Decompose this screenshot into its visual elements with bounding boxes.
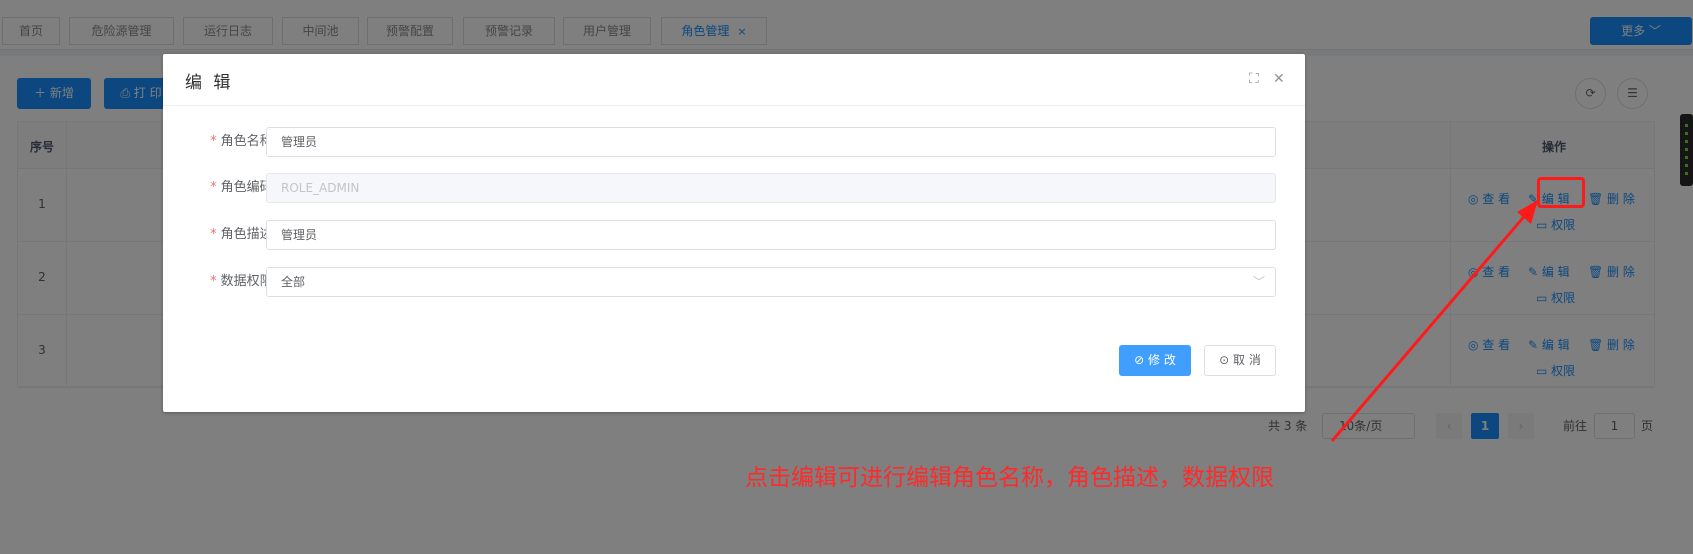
role-desc-label: * 角色描述: <box>187 220 277 250</box>
role-name-label: * 角色名称: <box>187 127 277 157</box>
required-mark: * <box>210 180 217 195</box>
form-row-role-name: * 角色名称: 管理员 <box>163 127 1305 157</box>
data-scope-label: * 数据权限: <box>187 267 277 297</box>
role-code-label: * 角色编码: <box>187 173 277 203</box>
role-code-input: ROLE_ADMIN <box>266 173 1276 203</box>
required-mark: * <box>210 274 217 289</box>
required-mark: * <box>210 134 217 149</box>
select-value: 全部 <box>281 275 306 289</box>
edit-dialog: 编 辑 ⛶ ✕ * 角色名称: 管理员 * 角色编码: ROLE_ADMIN * 角色… <box>163 54 1305 412</box>
form-row-role-desc: * 角色描述: 管理员 <box>163 220 1305 250</box>
dialog-header: 编 辑 ⛶ ✕ <box>163 54 1305 106</box>
form-row-data-scope: * 数据权限: 全部 ﹀ <box>163 267 1305 297</box>
required-mark: * <box>210 227 217 242</box>
annotation-text: 点击编辑可进行编辑角色名称，角色描述，数据权限 <box>745 465 1274 491</box>
close-icon[interactable]: ✕ <box>1273 72 1285 86</box>
submit-button[interactable]: ⊘ 修 改 <box>1119 345 1191 376</box>
fullscreen-icon[interactable]: ⛶ <box>1249 72 1259 86</box>
cancel-button[interactable]: ⊙ 取 消 <box>1204 345 1276 376</box>
role-desc-input[interactable]: 管理员 <box>266 220 1276 250</box>
edit-highlight-box <box>1537 177 1585 208</box>
form-row-role-code: * 角色编码: ROLE_ADMIN <box>163 173 1305 203</box>
dialog-title: 编 辑 <box>185 73 234 93</box>
data-scope-select[interactable]: 全部 ﹀ <box>266 267 1276 297</box>
chevron-down-icon: ﹀ <box>1252 275 1265 289</box>
role-name-input[interactable]: 管理员 <box>266 127 1276 157</box>
